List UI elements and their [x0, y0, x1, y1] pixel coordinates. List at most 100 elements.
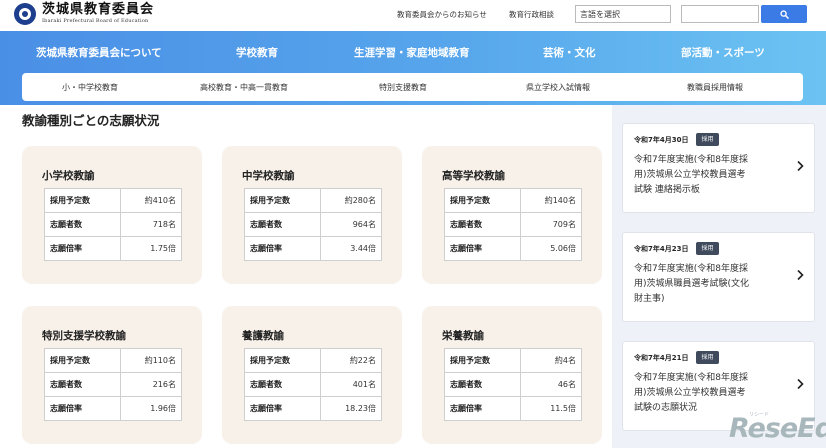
news-date: 令和7年4月30日: [634, 136, 689, 144]
news-title-line: 令和7年度実施(令和8年度採: [634, 155, 748, 165]
search-input[interactable]: [681, 5, 759, 23]
news-title-line: 用)茨城県職員選考試験(文化: [634, 279, 750, 289]
applicants-label: 志願者数: [244, 212, 321, 237]
stats-table: 採用予定数 約22名 志願者数 401名 志願倍率 18.23倍: [244, 348, 382, 421]
stats-card-special-support: 特別支援学校教諭 採用予定数 約110名 志願者数 216名 志願倍率 1.96倍: [22, 306, 202, 444]
applicants-label: 志願者数: [44, 212, 121, 237]
planned-value: 約110名: [120, 348, 182, 373]
ratio-label: 志願倍率: [444, 236, 521, 261]
applicants-value: 964名: [320, 212, 382, 237]
news-item[interactable]: 令和7年4月30日 採用 令和7年度実施(令和8年度採 用)茨城県公立学校教員選…: [622, 123, 815, 213]
planned-label: 採用予定数: [244, 188, 321, 213]
applicants-label: 志願者数: [444, 372, 521, 397]
table-row: 志願倍率 1.75倍: [44, 236, 182, 261]
nav-about[interactable]: 茨城県教育委員会について: [36, 45, 162, 60]
stats-table: 採用予定数 約4名 志願者数 46名 志願倍率 11.5倍: [444, 348, 582, 421]
news-title: 令和7年度実施(令和8年度採 用)茨城県職員選考試験(文化 財主事): [634, 262, 784, 307]
language-select[interactable]: 言語を選択: [575, 5, 671, 23]
search-button[interactable]: [761, 5, 807, 23]
news-sidebar: 令和7年4月30日 採用 令和7年度実施(令和8年度採 用)茨城県公立学校教員選…: [612, 105, 826, 448]
planned-label: 採用予定数: [44, 188, 121, 213]
site-logo[interactable]: 茨城県教育委員会 Ibaraki Prefectural Board of Ed…: [14, 3, 154, 25]
ratio-label: 志願倍率: [244, 396, 321, 421]
ratio-value: 1.75倍: [120, 236, 182, 261]
table-row: 採用予定数 約410名: [44, 188, 182, 213]
table-row: 志願者数 46名: [444, 372, 582, 397]
ratio-value: 18.23倍: [320, 396, 382, 421]
section-title: 教諭種別ごとの志願状況: [22, 113, 160, 128]
category-badge: 採用: [696, 133, 719, 146]
table-row: 志願倍率 18.23倍: [244, 396, 382, 421]
table-row: 採用予定数 約140名: [444, 188, 582, 213]
planned-value: 約4名: [520, 348, 582, 373]
table-row: 志願倍率 1.96倍: [44, 396, 182, 421]
card-title: 栄養教諭: [442, 330, 484, 342]
planned-value: 約410名: [120, 188, 182, 213]
news-date: 令和7年4月23日: [634, 245, 689, 253]
news-title: 令和7年度実施(令和8年度採 用)茨城県公立学校教員選考 試験 連絡掲示板: [634, 153, 784, 198]
table-row: 志願者数 964名: [244, 212, 382, 237]
search-icon: [779, 9, 789, 19]
news-date: 令和7年4月21日: [634, 354, 689, 362]
applicants-value: 46名: [520, 372, 582, 397]
ratio-label: 志願倍率: [444, 396, 521, 421]
ratio-value: 5.06倍: [520, 236, 582, 261]
table-row: 採用予定数 約110名: [44, 348, 182, 373]
table-row: 志願倍率 5.06倍: [444, 236, 582, 261]
stats-card-high-school: 高等学校教諭 採用予定数 約140名 志願者数 709名 志願倍率 5.06倍: [422, 146, 602, 284]
table-row: 志願者数 709名: [444, 212, 582, 237]
consultation-link[interactable]: 教育行政相談: [509, 9, 554, 20]
stats-table: 採用予定数 約410名 志願者数 718名 志願倍率 1.75倍: [44, 188, 182, 261]
planned-value: 約22名: [320, 348, 382, 373]
table-row: 志願者数 216名: [44, 372, 182, 397]
nav-club-sports[interactable]: 部活動・スポーツ: [681, 45, 765, 60]
nav-school-education[interactable]: 学校教育: [236, 45, 278, 60]
chevron-right-icon: [797, 160, 804, 172]
subnav-special-support[interactable]: 特別支援教育: [379, 82, 427, 93]
planned-label: 採用予定数: [444, 188, 521, 213]
table-row: 志願者数 401名: [244, 372, 382, 397]
global-nav: 茨城県教育委員会について 学校教育 生涯学習・家庭地域教育 芸術・文化 部活動・…: [0, 31, 826, 105]
nav-arts-culture[interactable]: 芸術・文化: [543, 45, 596, 60]
stats-card-elementary: 小学校教諭 採用予定数 約410名 志願者数 718名 志願倍率 1.75倍: [22, 146, 202, 284]
news-title-line: 財主事): [634, 294, 665, 304]
card-title: 養護教諭: [242, 330, 284, 342]
card-title: 高等学校教諭: [442, 170, 505, 182]
table-row: 採用予定数 約4名: [444, 348, 582, 373]
main-nav: 茨城県教育委員会について 学校教育 生涯学習・家庭地域教育 芸術・文化 部活動・…: [0, 31, 826, 71]
logo-title: 茨城県教育委員会: [42, 2, 155, 17]
applicants-value: 709名: [520, 212, 582, 237]
table-row: 採用予定数 約22名: [244, 348, 382, 373]
stats-table: 採用予定数 約280名 志願者数 964名 志願倍率 3.44倍: [244, 188, 382, 261]
card-title: 小学校教諭: [42, 170, 95, 182]
subnav-elementary-junior[interactable]: 小・中学校教育: [62, 82, 118, 93]
table-row: 志願倍率 11.5倍: [444, 396, 582, 421]
logo-text: 茨城県教育委員会 Ibaraki Prefectural Board of Ed…: [42, 3, 154, 25]
subnav-entrance-exam[interactable]: 県立学校入試情報: [526, 82, 590, 93]
subnav-high-school[interactable]: 高校教育・中高一貫教育: [200, 82, 288, 93]
applicants-value: 718名: [120, 212, 182, 237]
ratio-label: 志願倍率: [244, 236, 321, 261]
applicants-label: 志願者数: [244, 372, 321, 397]
chevron-right-icon: [797, 378, 804, 390]
watermark-logo: リシード ReseEd: [727, 411, 826, 447]
table-row: 志願者数 718名: [44, 212, 182, 237]
ratio-value: 11.5倍: [520, 396, 582, 421]
top-header: 茨城県教育委員会 Ibaraki Prefectural Board of Ed…: [0, 0, 826, 30]
table-row: 志願倍率 3.44倍: [244, 236, 382, 261]
news-item[interactable]: 令和7年4月23日 採用 令和7年度実施(令和8年度採 用)茨城県職員選考試験(…: [622, 232, 815, 322]
notice-link[interactable]: 教育委員会からのお知らせ: [397, 9, 487, 20]
news-title-line: 令和7年度実施(令和8年度採: [634, 264, 748, 274]
applicants-value: 216名: [120, 372, 182, 397]
planned-label: 採用予定数: [244, 348, 321, 373]
nav-lifelong-learning[interactable]: 生涯学習・家庭地域教育: [354, 45, 470, 60]
subnav-teacher-recruitment[interactable]: 教職員採用情報: [687, 82, 743, 93]
stats-card-nutrition: 栄養教諭 採用予定数 約4名 志願者数 46名 志願倍率 11.5倍: [422, 306, 602, 444]
category-badge: 採用: [696, 242, 719, 255]
ratio-value: 1.96倍: [120, 396, 182, 421]
logo-emblem-icon: [14, 3, 36, 25]
stats-table: 採用予定数 約110名 志願者数 216名 志願倍率 1.96倍: [44, 348, 182, 421]
news-title-line: 令和7年度実施(令和8年度採: [634, 373, 748, 383]
logo-subtitle: Ibaraki Prefectural Board of Education: [42, 18, 149, 24]
card-title: 中学校教諭: [242, 170, 295, 182]
